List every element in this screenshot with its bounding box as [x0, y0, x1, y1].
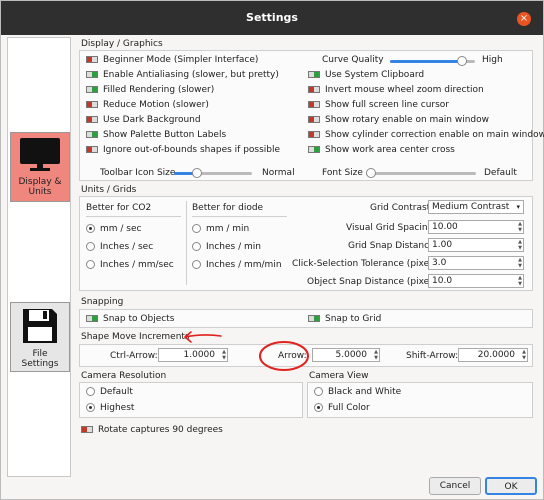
- sidebar: Display & Units File Settings: [7, 37, 71, 477]
- sidebar-item-display-units[interactable]: Display & Units: [10, 132, 70, 202]
- arrow-annotation-icon: [183, 331, 222, 343]
- sidebar-label-file-2: Settings: [21, 359, 59, 369]
- circle-annotation-icon: [259, 341, 309, 371]
- settings-window: Settings × Display & Units File Settings: [0, 0, 544, 500]
- monitor-icon: [20, 138, 60, 171]
- window-title: Settings: [246, 11, 298, 24]
- sidebar-label-file-1: File: [32, 349, 48, 359]
- cancel-button[interactable]: Cancel: [429, 477, 481, 495]
- ok-button[interactable]: OK: [485, 477, 537, 495]
- settings-content: Display / Graphics Beginner Mode (Simple…: [73, 37, 544, 477]
- title-bar: Settings ×: [1, 1, 543, 35]
- sidebar-label-display-2: Units: [28, 187, 52, 197]
- close-icon[interactable]: ×: [517, 12, 531, 26]
- floppy-disk-icon: [23, 309, 57, 343]
- sidebar-item-file-settings[interactable]: File Settings: [10, 302, 70, 372]
- sidebar-label-display-1: Display &: [18, 177, 62, 187]
- red-annotations: [183, 331, 309, 371]
